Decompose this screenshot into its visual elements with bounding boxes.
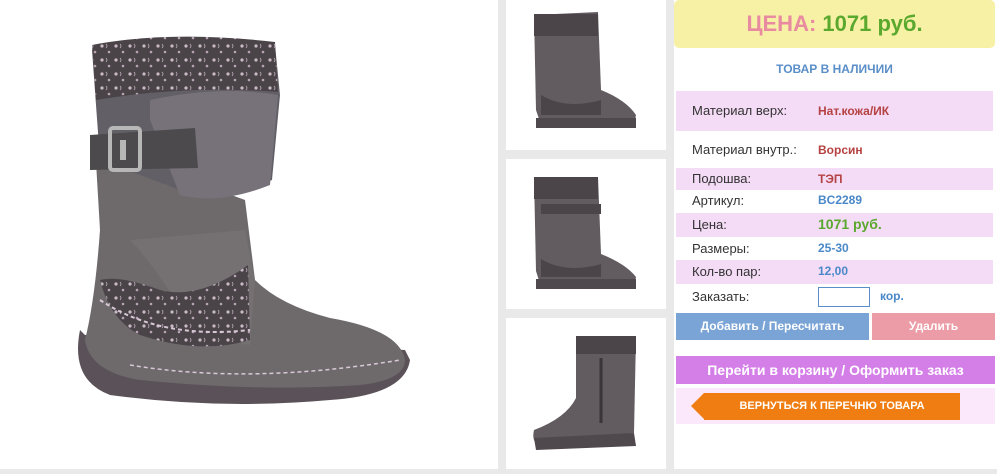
spec-label: Размеры: — [692, 241, 750, 256]
spec-label: Артикул: — [692, 193, 745, 208]
go-to-cart-button[interactable]: Перейти в корзину / Оформить заказ — [676, 356, 995, 384]
stock-status: ТОВАР В НАЛИЧИИ — [776, 62, 893, 76]
order-label: Заказать: — [692, 289, 750, 304]
spec-row-material-inner: Материал внутр.: Ворсин — [676, 131, 993, 167]
delete-button[interactable]: Удалить — [872, 313, 995, 340]
boot-main-icon — [78, 36, 410, 404]
spec-value: 12,00 — [818, 264, 849, 278]
spec-value: Нат.кожа/ИК — [818, 104, 890, 118]
spec-label: Кол-во пар: — [692, 264, 762, 279]
thumbnail-3[interactable] — [506, 318, 666, 469]
spec-label: Материал верх: — [692, 103, 788, 118]
price-banner: ЦЕНА: 1071 руб. — [674, 0, 995, 48]
spec-row-price: Цена: 1071 руб. — [676, 213, 993, 237]
spec-label: Материал внутр.: — [692, 142, 797, 157]
price-label: ЦЕНА: — [746, 11, 817, 36]
spec-value: BC2289 — [818, 193, 863, 207]
quantity-input[interactable] — [818, 287, 870, 307]
thumbnail-1[interactable] — [506, 0, 666, 150]
order-unit: кор. — [880, 289, 904, 303]
spec-row-article: Артикул: BC2289 — [676, 190, 993, 213]
back-button-label: ВЕРНУТЬСЯ К ПЕРЕЧНЮ ТОВАРА — [739, 400, 925, 412]
spec-label: Подошва: — [692, 171, 752, 186]
main-product-image[interactable] — [0, 0, 498, 469]
boot-side-icon — [534, 177, 636, 289]
back-to-list-button[interactable]: ВЕРНУТЬСЯ К ПЕРЕЧНЮ ТОВАРА — [691, 393, 960, 420]
spec-row-pairs: Кол-во пар: 12,00 — [676, 260, 993, 284]
spec-value: ТЭП — [818, 172, 843, 186]
spec-value: Ворсин — [818, 143, 863, 157]
spec-row-sole: Подошва: ТЭП — [676, 168, 993, 190]
spec-value: 25-30 — [818, 241, 849, 255]
boot-inner-side-icon — [533, 336, 636, 450]
boot-side-icon — [534, 12, 636, 128]
add-recalculate-button[interactable]: Добавить / Пересчитать — [676, 313, 869, 340]
spec-row-sizes: Размеры: 25-30 — [676, 237, 993, 260]
arrow-left-icon — [691, 393, 704, 419]
spec-row-material-top: Материал верх: Нат.кожа/ИК — [676, 91, 993, 131]
spec-value: 1071 руб. — [818, 216, 882, 232]
thumbnail-2[interactable] — [506, 159, 666, 309]
price-value: 1071 руб. — [822, 11, 923, 36]
spec-label: Цена: — [692, 217, 727, 232]
